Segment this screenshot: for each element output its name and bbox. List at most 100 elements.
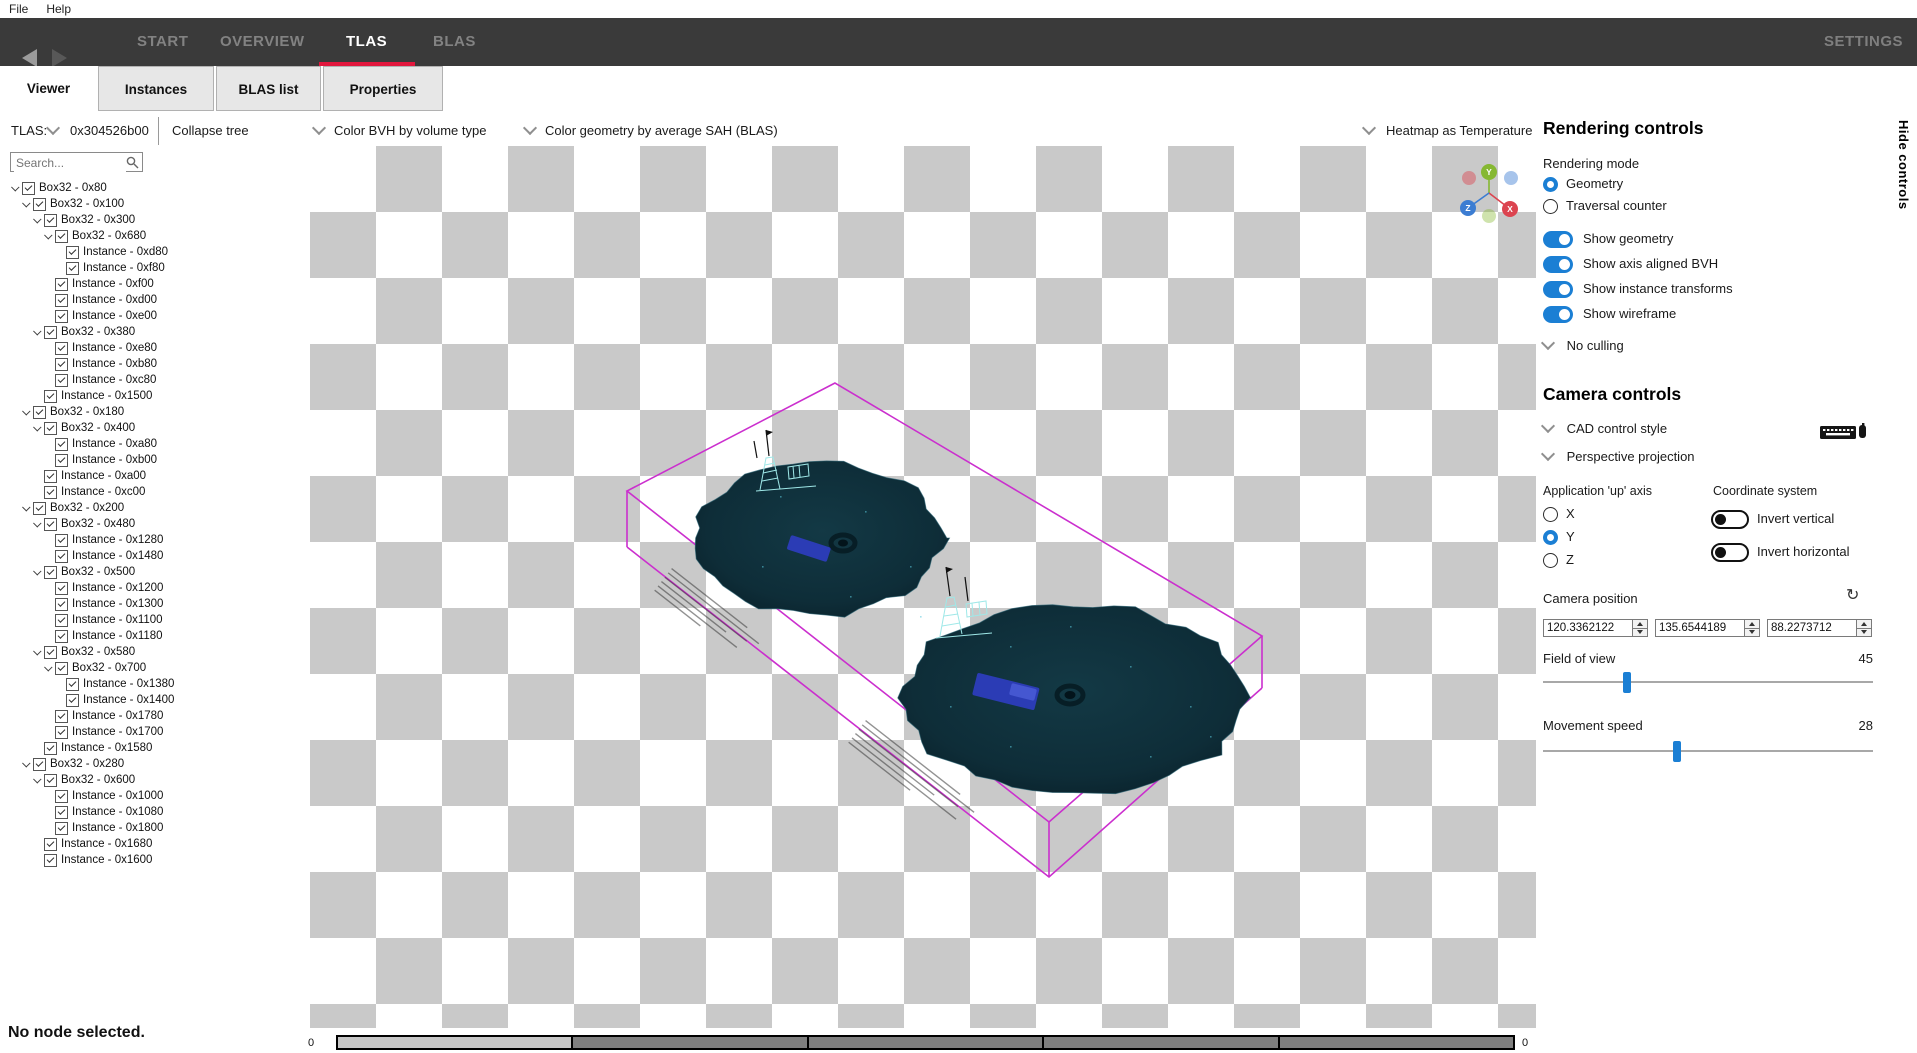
spin-down-button[interactable]	[1633, 629, 1647, 637]
back-arrow-icon[interactable]	[22, 49, 37, 67]
tree-node[interactable]: Instance - 0x1500	[0, 388, 302, 404]
up-axis-y[interactable]: Y	[1543, 529, 1575, 545]
checkbox-checked[interactable]	[22, 182, 35, 195]
radio-selected[interactable]	[1543, 530, 1558, 545]
tree-node[interactable]: Box32 - 0x280	[0, 756, 302, 772]
heatmap-dropdown[interactable]	[1364, 112, 1374, 150]
tree-node[interactable]: Instance - 0xb80	[0, 356, 302, 372]
toggle-row-show-geometry[interactable]: Show geometry	[1543, 231, 1673, 248]
color-bvh-dropdown[interactable]	[314, 112, 324, 150]
tree-node[interactable]: Instance - 0xf00	[0, 276, 302, 292]
tree-node[interactable]: Instance - 0xe00	[0, 308, 302, 324]
checkbox-checked[interactable]	[55, 822, 68, 835]
tree-node[interactable]: Instance - 0xb00	[0, 452, 302, 468]
tree-node[interactable]: Box32 - 0x100	[0, 196, 302, 212]
chevron-down-icon[interactable]	[31, 217, 44, 223]
chevron-down-icon[interactable]	[20, 761, 33, 767]
tree-node[interactable]: Box32 - 0x500	[0, 564, 302, 580]
traversal-range-slider[interactable]	[336, 1035, 1515, 1050]
checkbox-checked[interactable]	[55, 374, 68, 387]
checkbox-checked[interactable]	[55, 614, 68, 627]
spinbox-value[interactable]: 135.6544189	[1656, 622, 1744, 634]
spinbox-value[interactable]: 88.2273712	[1768, 622, 1856, 634]
tab-blas-list[interactable]: BLAS list	[216, 66, 321, 111]
checkbox-checked[interactable]	[44, 470, 57, 483]
nav-tab-start[interactable]: START	[137, 18, 188, 66]
tree-node[interactable]: Instance - 0xc80	[0, 372, 302, 388]
chevron-down-icon[interactable]	[42, 233, 55, 239]
range-segment[interactable]	[573, 1037, 808, 1048]
tree-node[interactable]: Instance - 0x1180	[0, 628, 302, 644]
range-segment[interactable]	[338, 1037, 573, 1048]
checkbox-checked[interactable]	[44, 390, 57, 403]
radio-selected[interactable]	[1543, 177, 1558, 192]
tab-properties[interactable]: Properties	[323, 66, 443, 111]
fov-slider-handle[interactable]	[1623, 672, 1631, 693]
toggle-on[interactable]	[1543, 256, 1573, 273]
speed-slider-track[interactable]	[1543, 750, 1873, 752]
toggle-off[interactable]	[1711, 510, 1749, 529]
cad-control-style-dropdown[interactable]: CAD control style	[1543, 421, 1667, 436]
spinbox-value[interactable]: 120.3362122	[1544, 622, 1632, 634]
tree-node[interactable]: Instance - 0xd80	[0, 244, 302, 260]
tlas-value[interactable]: 0x304526b00	[70, 112, 149, 150]
checkbox-checked[interactable]	[44, 742, 57, 755]
toggle-on[interactable]	[1543, 231, 1573, 248]
spin-up-button[interactable]	[1745, 620, 1759, 629]
tree-node[interactable]: Instance - 0x1100	[0, 612, 302, 628]
checkbox-checked[interactable]	[55, 582, 68, 595]
spin-down-button[interactable]	[1857, 629, 1871, 637]
nav-tab-overview[interactable]: OVERVIEW	[220, 18, 305, 66]
toggle-on[interactable]	[1543, 306, 1573, 323]
tree-node[interactable]: Instance - 0x1580	[0, 740, 302, 756]
projection-dropdown[interactable]: Perspective projection	[1543, 449, 1695, 464]
tree-node[interactable]: Box32 - 0x300	[0, 212, 302, 228]
tree-node[interactable]: Box32 - 0x580	[0, 644, 302, 660]
toggle-row-show-instance-transforms[interactable]: Show instance transforms	[1543, 281, 1733, 298]
chevron-down-icon[interactable]	[31, 777, 44, 783]
checkbox-checked[interactable]	[44, 518, 57, 531]
chevron-down-icon[interactable]	[31, 329, 44, 335]
color-geometry-label[interactable]: Color geometry by average SAH (BLAS)	[545, 112, 778, 150]
checkbox-checked[interactable]	[44, 326, 57, 339]
fov-slider-track[interactable]	[1543, 681, 1873, 683]
chevron-down-icon[interactable]	[42, 665, 55, 671]
tree-node[interactable]: Instance - 0x1400	[0, 692, 302, 708]
checkbox-checked[interactable]	[44, 422, 57, 435]
range-segment[interactable]	[809, 1037, 1044, 1048]
checkbox-checked[interactable]	[55, 454, 68, 467]
3d-viewport[interactable]: YXZ	[310, 146, 1536, 1028]
tree-node[interactable]: Instance - 0x1480	[0, 548, 302, 564]
forward-arrow-icon[interactable]	[52, 49, 67, 67]
checkbox-checked[interactable]	[66, 694, 79, 707]
checkbox-checked[interactable]	[33, 406, 46, 419]
checkbox-checked[interactable]	[66, 262, 79, 275]
spin-down-button[interactable]	[1745, 629, 1759, 637]
checkbox-checked[interactable]	[55, 294, 68, 307]
radio-row-traversal-counter[interactable]: Traversal counter	[1543, 198, 1667, 214]
tree-node[interactable]: Box32 - 0x380	[0, 324, 302, 340]
range-segment[interactable]	[1280, 1037, 1513, 1048]
checkbox-checked[interactable]	[55, 806, 68, 819]
speed-slider-handle[interactable]	[1673, 741, 1681, 762]
refresh-icon[interactable]: ↻	[1846, 585, 1859, 605]
collapse-tree-button[interactable]: Collapse tree	[172, 112, 249, 150]
axis-gizmo[interactable]: YXZ	[1460, 164, 1518, 223]
search-input[interactable]	[14, 154, 126, 172]
chevron-down-icon[interactable]	[31, 521, 44, 527]
tree-node[interactable]: Instance - 0x1700	[0, 724, 302, 740]
checkbox-checked[interactable]	[33, 758, 46, 771]
radio-unselected[interactable]	[1543, 507, 1558, 522]
checkbox-checked[interactable]	[55, 342, 68, 355]
checkbox-checked[interactable]	[44, 486, 57, 499]
checkbox-checked[interactable]	[55, 630, 68, 643]
checkbox-checked[interactable]	[55, 278, 68, 291]
radio-row-geometry[interactable]: Geometry	[1543, 176, 1623, 192]
checkbox-checked[interactable]	[55, 230, 68, 243]
tree-node[interactable]: Instance - 0x1280	[0, 532, 302, 548]
tree-node[interactable]: Instance - 0xa00	[0, 468, 302, 484]
checkbox-checked[interactable]	[55, 790, 68, 803]
tree-node[interactable]: Instance - 0xd00	[0, 292, 302, 308]
chevron-down-icon[interactable]	[20, 409, 33, 415]
chevron-down-icon[interactable]	[31, 425, 44, 431]
